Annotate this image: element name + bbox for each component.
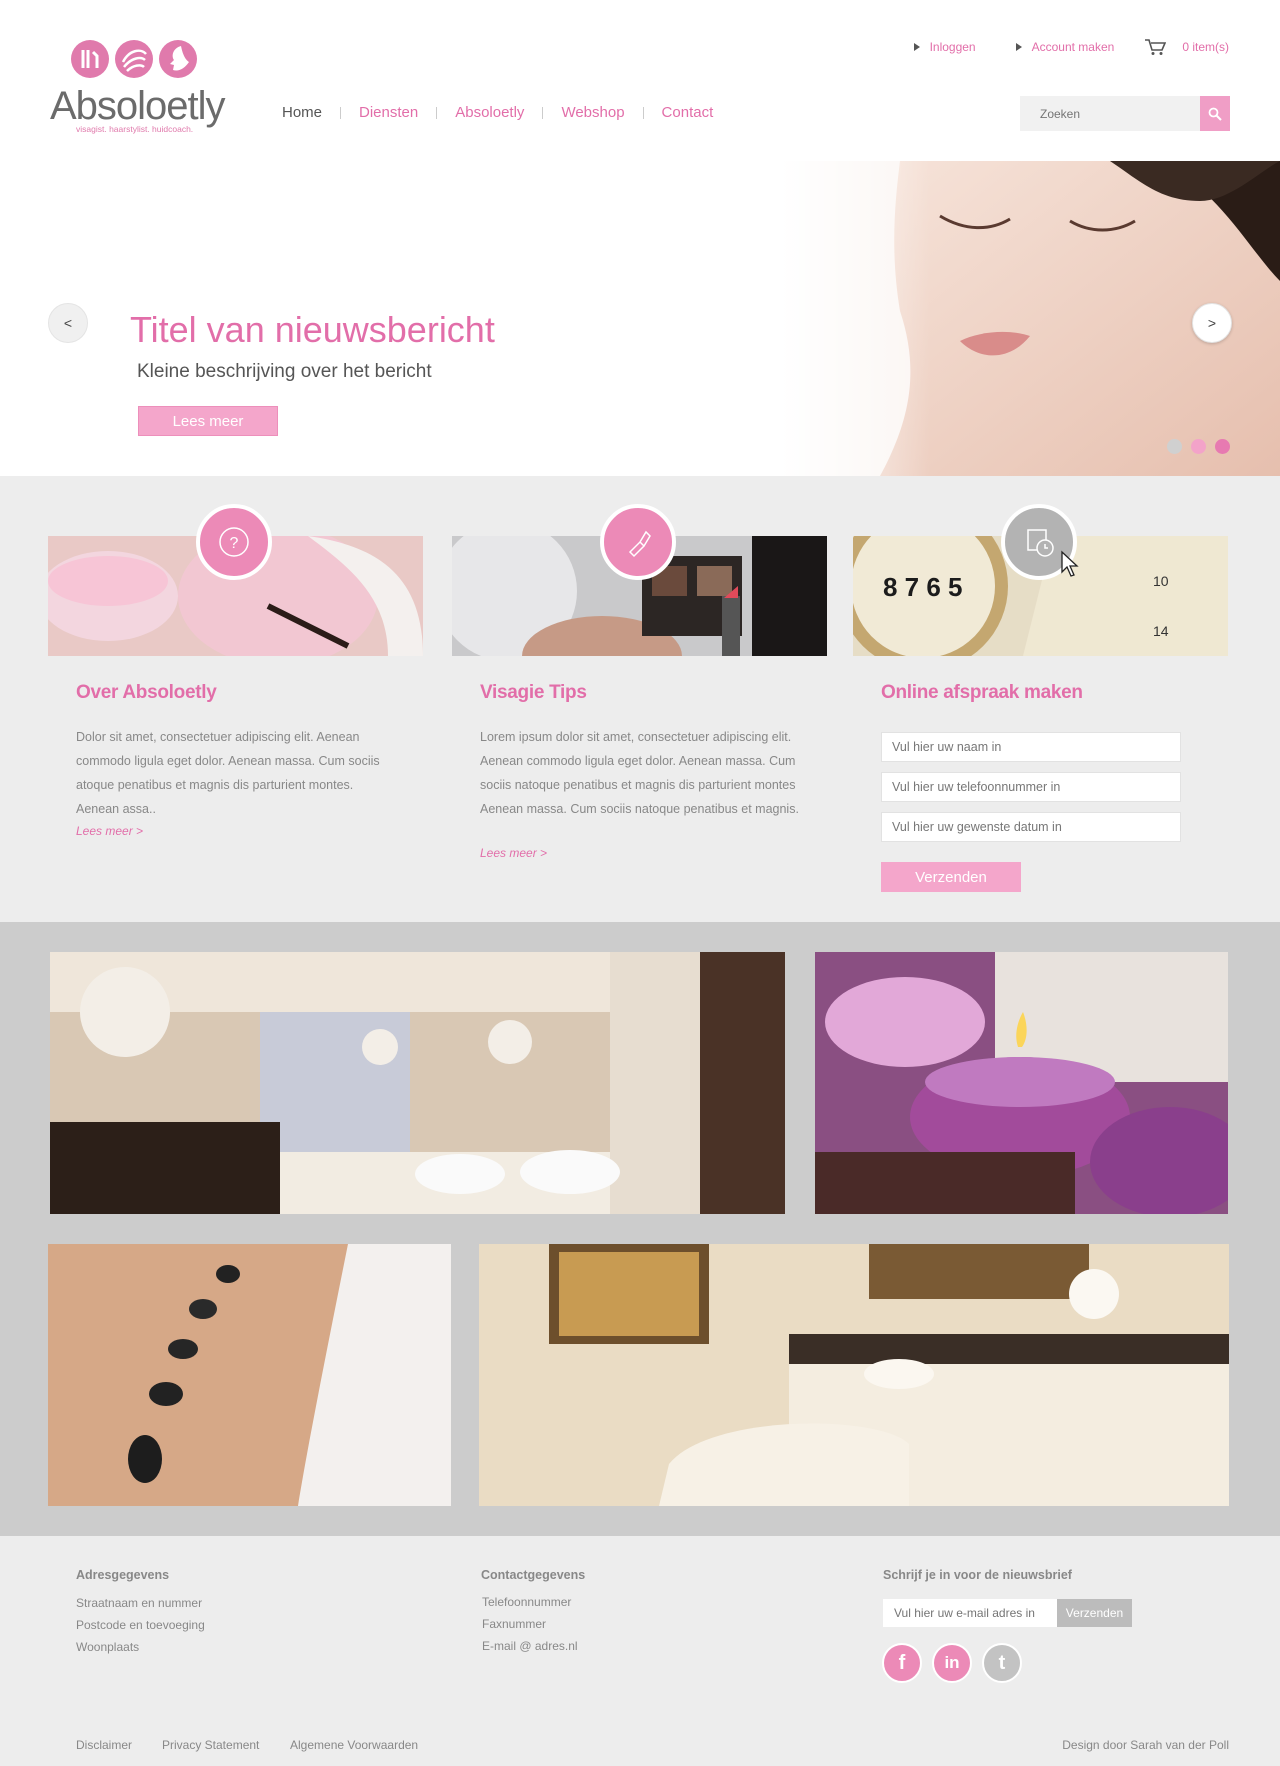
read-more-link[interactable]: Lees meer > — [76, 824, 143, 838]
feature-online-appointment: 8 7 6 5 10 14 Online afspraak maken Vul … — [853, 476, 1228, 922]
nav-diensten[interactable]: Diensten — [359, 104, 418, 121]
twitter-icon[interactable]: t — [982, 1643, 1022, 1683]
nav-divider — [436, 106, 438, 119]
design-credit: Design door Sarah van der Poll — [1062, 1738, 1229, 1752]
address-line: Straatnaam en nummer — [76, 1596, 203, 1610]
nav-divider — [542, 106, 544, 119]
phone-field[interactable]: Vul hier uw telefoonnummer in — [881, 772, 1181, 802]
feature-text: Dolor sit amet, consectetuer adipiscing … — [76, 730, 380, 816]
feature-about: ? Over Absoloetly Dolor sit amet, consec… — [48, 476, 423, 922]
slider-next-button[interactable]: > — [1192, 303, 1232, 343]
contact-line: Faxnummer — [482, 1617, 547, 1631]
main-nav: Home Diensten Absoloetly Webshop Contact — [282, 104, 713, 121]
triangle-right-icon — [1015, 43, 1022, 51]
logo-salon-icon — [71, 40, 109, 78]
logo-hair-icon — [115, 40, 153, 78]
logo-tagline: visagist. haarstylist. huidcoach. — [76, 124, 194, 134]
nav-webshop[interactable]: Webshop — [561, 104, 624, 121]
feature-text: Lorem ipsum dolor sit amet, consectetuer… — [480, 730, 799, 816]
search-box — [1020, 96, 1230, 131]
hero-slider: < > Titel van nieuwsbericht Kleine besch… — [0, 161, 1280, 476]
hero-title: Titel van nieuwsbericht — [130, 309, 495, 350]
login-link[interactable]: Inloggen — [913, 40, 976, 54]
facebook-icon[interactable]: f — [882, 1643, 922, 1683]
read-more-link[interactable]: Lees meer > — [480, 846, 547, 860]
address-line: Postcode en toevoeging — [76, 1618, 205, 1632]
contact-line: Telefoonnummer — [482, 1595, 572, 1609]
address-heading: Adresgegevens — [76, 1568, 170, 1582]
contact-email[interactable]: E-mail @ adres.nl — [482, 1639, 578, 1653]
hot-stone-massage-image — [48, 1244, 451, 1506]
nav-divider — [642, 106, 644, 119]
search-icon — [1208, 107, 1222, 121]
logo[interactable]: Absoloetly visagist. haarstylist. huidco… — [50, 38, 226, 134]
salon-interior-image — [50, 952, 785, 1214]
hero-subtitle: Kleine beschrijving over het bericht — [137, 361, 432, 382]
newsletter-email-input[interactable] — [883, 1599, 1057, 1627]
svg-text:?: ? — [230, 535, 239, 552]
site-footer: Adresgegevens Straatnaam en nummer Postc… — [0, 1536, 1280, 1766]
features-section: ? Over Absoloetly Dolor sit amet, consec… — [0, 476, 1280, 922]
svg-text:8 7 6 5: 8 7 6 5 — [883, 572, 963, 602]
account-bar: Inloggen Account maken 0 item(s) — [874, 38, 1229, 56]
svg-text:14: 14 — [1153, 623, 1169, 639]
newsletter-form: Verzenden — [883, 1599, 1132, 1627]
contact-heading: Contactgegevens — [481, 1568, 586, 1582]
lipstick-icon — [600, 504, 676, 580]
linkedin-icon[interactable]: in — [932, 1643, 972, 1683]
candles-image — [815, 952, 1228, 1214]
terms-link[interactable]: Algemene Voorwaarden — [290, 1738, 418, 1752]
disclaimer-link[interactable]: Disclaimer — [76, 1738, 132, 1752]
register-link[interactable]: Account maken — [1015, 40, 1115, 54]
register-label: Account maken — [1031, 40, 1115, 54]
address-line: Woonplaats — [76, 1640, 140, 1654]
logo-face-icon — [159, 40, 197, 78]
svg-text:10: 10 — [1153, 573, 1169, 589]
slider-prev-button[interactable]: < — [48, 303, 88, 343]
site-header: Absoloetly visagist. haarstylist. huidco… — [0, 0, 1280, 161]
triangle-right-icon — [913, 43, 920, 51]
newsletter-submit-button[interactable]: Verzenden — [1057, 1599, 1132, 1627]
treatment-room-image — [479, 1244, 1229, 1506]
feature-makeup-tips: Visagie Tips Lorem ipsum dolor sit amet,… — [452, 476, 827, 922]
slider-dot-active[interactable] — [1215, 439, 1230, 454]
hero-read-more-button[interactable]: Lees meer — [138, 406, 278, 436]
search-input[interactable] — [1020, 96, 1200, 131]
cart-icon[interactable] — [1144, 38, 1167, 56]
login-label: Inloggen — [929, 40, 976, 54]
feature-title: Over Absoloetly — [76, 682, 217, 703]
nav-absoloetly[interactable]: Absoloetly — [455, 104, 524, 121]
slider-dot[interactable] — [1167, 439, 1182, 454]
cart-count[interactable]: 0 item(s) — [1182, 40, 1229, 54]
photo-gallery — [0, 922, 1280, 1536]
question-icon: ? — [196, 504, 272, 580]
appointment-submit-button[interactable]: Verzenden — [881, 862, 1021, 892]
search-button[interactable] — [1200, 96, 1230, 131]
name-field[interactable]: Vul hier uw naam in — [881, 732, 1181, 762]
nav-home[interactable]: Home — [282, 104, 322, 121]
feature-title: Online afspraak maken — [881, 682, 1083, 703]
nav-contact[interactable]: Contact — [662, 104, 714, 121]
newsletter-heading: Schrijf je in voor de nieuwsbrief — [883, 1568, 1072, 1582]
feature-title: Visagie Tips — [480, 682, 587, 703]
nav-divider — [340, 106, 342, 119]
logo-wordmark: Absoloetly — [50, 84, 226, 128]
date-field[interactable]: Vul hier uw gewenste datum in — [881, 812, 1181, 842]
slider-dot[interactable] — [1191, 439, 1206, 454]
privacy-link[interactable]: Privacy Statement — [162, 1738, 259, 1752]
slider-dots — [1167, 439, 1230, 454]
mouse-cursor-icon — [1061, 550, 1079, 577]
